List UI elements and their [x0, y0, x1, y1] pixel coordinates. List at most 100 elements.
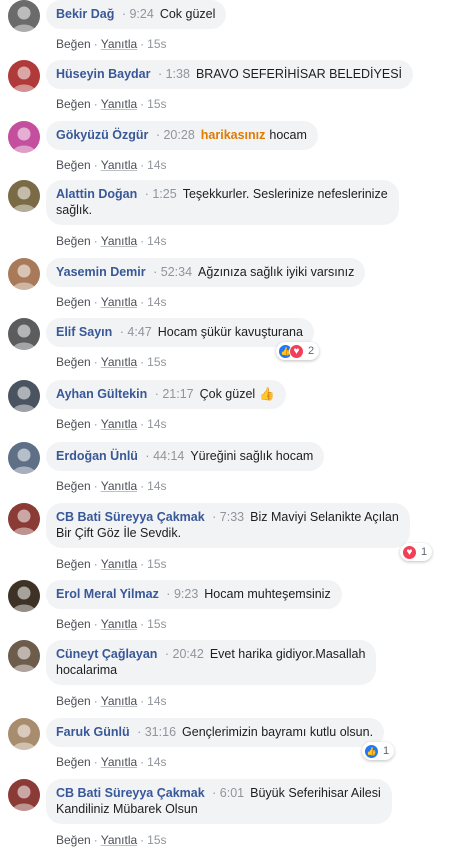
video-timestamp[interactable]: 52:34 [161, 265, 192, 279]
reply-button[interactable]: Yanıtla [101, 295, 137, 309]
comment-age[interactable]: 15s [147, 37, 166, 51]
like-button[interactable]: Beğen [56, 617, 91, 631]
comment-age[interactable]: 14s [147, 234, 166, 248]
timestamp-separator: · [208, 510, 220, 524]
video-timestamp[interactable]: 1:38 [166, 67, 190, 81]
action-separator: · [140, 694, 145, 708]
comment-bubble: Bekir Dağ · 9:24 Cok güzel [46, 0, 227, 29]
comment-item: CB Bati Süreyya Çakmak · 6:01 Büyük Sefer… [0, 779, 459, 848]
comment-line: Gökyüzü Özgür · 20:28 harikasınız hocam [56, 127, 307, 143]
comment-actions: Beğen · Yanıtla · 14s [56, 755, 167, 769]
like-button[interactable]: Beğen [56, 694, 91, 708]
comment-bubble: Cüneyt Çağlayan · 20:42 Evet harika gidiy… [46, 640, 377, 685]
timestamp-separator: · [149, 265, 161, 279]
reply-button[interactable]: Yanıtla [101, 755, 137, 769]
like-button[interactable]: Beğen [56, 234, 91, 248]
reply-button[interactable]: Yanıtla [101, 97, 137, 111]
reaction-summary[interactable]: ♥ 1 [400, 543, 433, 561]
action-separator: · [140, 617, 145, 631]
reply-button[interactable]: Yanıtla [101, 234, 137, 248]
avatar-image [8, 121, 40, 153]
reply-button[interactable]: Yanıtla [101, 694, 137, 708]
like-button[interactable]: Beğen [56, 833, 91, 847]
avatar[interactable] [8, 442, 40, 474]
avatar[interactable] [8, 640, 40, 672]
comment-age[interactable]: 15s [147, 557, 166, 571]
video-timestamp[interactable]: 20:42 [173, 647, 204, 661]
comment-age[interactable]: 14s [147, 694, 166, 708]
comment-author[interactable]: Erol Meral Yilmaz [56, 587, 159, 601]
avatar[interactable] [8, 779, 40, 811]
comment-author[interactable]: Alattin Doğan [56, 187, 137, 201]
comment-age[interactable]: 14s [147, 417, 166, 431]
comment-author[interactable]: Elif Sayın [56, 325, 112, 339]
like-button[interactable]: Beğen [56, 295, 91, 309]
video-timestamp[interactable]: 9:24 [129, 7, 153, 21]
comment-text: BRAVO SEFERİHİSAR BELEDİYESİ [195, 67, 403, 81]
reply-button[interactable]: Yanıtla [101, 833, 137, 847]
comment-author[interactable]: Faruk Günlü [56, 725, 130, 739]
comment-bubble: CB Bati Süreyya Çakmak · 7:33 Biz Maviyi … [46, 503, 410, 548]
like-button[interactable]: Beğen [56, 755, 91, 769]
comment-author[interactable]: Hüseyin Baydar [56, 67, 150, 81]
avatar[interactable] [8, 180, 40, 212]
comment-author[interactable]: CB Bati Süreyya Çakmak [56, 786, 205, 800]
reply-button[interactable]: Yanıtla [101, 479, 137, 493]
comment-author[interactable]: Ayhan Gültekin [56, 387, 147, 401]
avatar[interactable] [8, 718, 40, 750]
comment-age[interactable]: 14s [147, 295, 166, 309]
like-button[interactable]: Beğen [56, 158, 91, 172]
avatar[interactable] [8, 380, 40, 412]
comment-age[interactable]: 15s [147, 617, 166, 631]
comment-author[interactable]: Gökyüzü Özgür [56, 128, 148, 142]
avatar[interactable] [8, 503, 40, 535]
reply-button[interactable]: Yanıtla [101, 557, 137, 571]
video-timestamp[interactable]: 1:25 [152, 187, 176, 201]
reply-button[interactable]: Yanıtla [101, 617, 137, 631]
video-timestamp[interactable]: 21:17 [162, 387, 193, 401]
comment-age[interactable]: 15s [147, 355, 166, 369]
avatar[interactable] [8, 580, 40, 612]
reply-button[interactable]: Yanıtla [101, 158, 137, 172]
comment-author[interactable]: CB Bati Süreyya Çakmak [56, 510, 205, 524]
comment-author[interactable]: Erdoğan Ünlü [56, 449, 138, 463]
video-timestamp[interactable]: 6:01 [220, 786, 244, 800]
avatar[interactable] [8, 258, 40, 290]
comment-author[interactable]: Cüneyt Çağlayan [56, 647, 157, 661]
reaction-summary[interactable]: 👍 ♥ 2 [276, 342, 320, 360]
like-button[interactable]: Beğen [56, 97, 91, 111]
like-button[interactable]: Beğen [56, 417, 91, 431]
video-timestamp[interactable]: 31:16 [145, 725, 176, 739]
avatar[interactable] [8, 0, 40, 32]
comment-age[interactable]: 14s [147, 479, 166, 493]
video-timestamp[interactable]: 4:47 [127, 325, 151, 339]
reaction-summary[interactable]: 👍 1 [362, 742, 395, 760]
like-button[interactable]: Beğen [56, 557, 91, 571]
comment-item: Gökyüzü Özgür · 20:28 harikasınız hocam Beğ… [0, 121, 459, 181]
video-timestamp[interactable]: 44:14 [153, 449, 184, 463]
avatar[interactable] [8, 318, 40, 350]
like-button[interactable]: Beğen [56, 479, 91, 493]
reply-button[interactable]: Yanıtla [101, 37, 137, 51]
comment-text: Cok güzel [159, 7, 216, 21]
comment-actions: Beğen · Yanıtla · 14s [56, 479, 167, 493]
avatar[interactable] [8, 121, 40, 153]
comment-age[interactable]: 15s [147, 97, 166, 111]
comment-age[interactable]: 15s [147, 833, 166, 847]
video-timestamp[interactable]: 20:28 [163, 128, 194, 142]
love-reaction-icon: ♥ [289, 343, 304, 359]
avatar[interactable] [8, 60, 40, 92]
comment-age[interactable]: 14s [147, 158, 166, 172]
video-timestamp[interactable]: 9:23 [174, 587, 198, 601]
video-timestamp[interactable]: 7:33 [220, 510, 244, 524]
like-button[interactable]: Beğen [56, 355, 91, 369]
comment-author[interactable]: Yasemin Demir [56, 265, 146, 279]
reply-button[interactable]: Yanıtla [101, 355, 137, 369]
like-button[interactable]: Beğen [56, 37, 91, 51]
comment-author[interactable]: Bekir Dağ [56, 7, 114, 21]
comment-line: Yasemin Demir · 52:34 Ağzınıza sağlık iyi… [56, 264, 354, 280]
comment-age[interactable]: 14s [147, 755, 166, 769]
avatar-image [8, 318, 40, 350]
reply-button[interactable]: Yanıtla [101, 417, 137, 431]
action-separator: · [93, 557, 98, 571]
